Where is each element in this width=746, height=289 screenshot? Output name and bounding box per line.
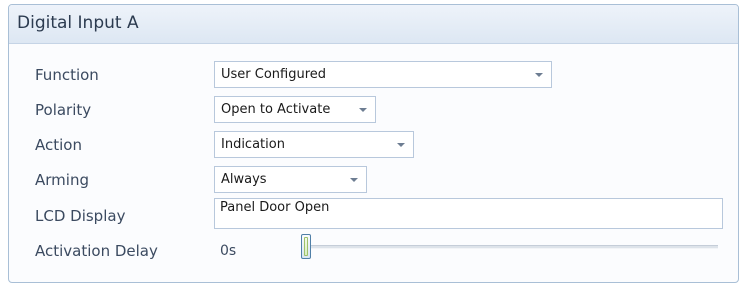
polarity-value: Open to Activate <box>221 102 331 117</box>
chevron-down-icon <box>535 73 543 77</box>
arming-value: Always <box>221 172 267 187</box>
action-value: Indication <box>221 137 285 152</box>
activation-delay-value: 0s <box>220 243 237 259</box>
activation-delay-slider-track[interactable] <box>305 245 718 249</box>
polarity-label: Polarity <box>35 101 92 119</box>
digital-input-panel: Digital Input A Function User Configured… <box>8 4 739 283</box>
lcd-display-input[interactable] <box>214 198 723 229</box>
chevron-down-icon <box>350 178 358 182</box>
activation-delay-slider-thumb[interactable] <box>301 234 311 259</box>
action-dropdown[interactable]: Indication <box>214 131 414 158</box>
polarity-dropdown[interactable]: Open to Activate <box>214 96 376 123</box>
chevron-down-icon <box>359 108 367 112</box>
lcd-display-label: LCD Display <box>35 207 126 225</box>
function-value: User Configured <box>221 67 327 82</box>
function-dropdown[interactable]: User Configured <box>214 61 552 88</box>
panel-title: Digital Input A <box>17 13 139 33</box>
action-label: Action <box>35 136 82 154</box>
function-label: Function <box>35 66 99 84</box>
arming-dropdown[interactable]: Always <box>214 166 367 193</box>
arming-label: Arming <box>35 171 89 189</box>
panel-header: Digital Input A <box>9 5 738 44</box>
chevron-down-icon <box>397 143 405 147</box>
activation-delay-label: Activation Delay <box>35 242 158 260</box>
